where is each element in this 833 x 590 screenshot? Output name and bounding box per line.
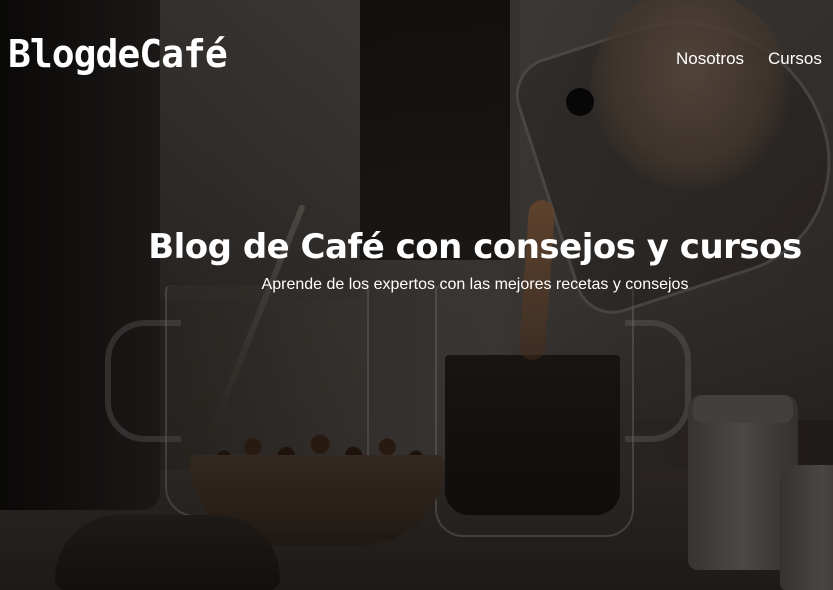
main-nav: Nosotros Cursos	[676, 50, 822, 67]
site-header: BlogdeCafé Nosotros Cursos	[0, 0, 833, 120]
hero-section: BlogdeCafé Nosotros Cursos Blog de Café …	[0, 0, 833, 590]
hero-title: Blog de Café con consejos y cursos	[148, 227, 802, 267]
nav-link-nosotros[interactable]: Nosotros	[676, 50, 744, 67]
hero-subtitle: Aprende de los expertos con las mejores …	[261, 276, 689, 294]
hero-content: Blog de Café con consejos y cursos Apren…	[0, 227, 833, 294]
site-logo[interactable]: BlogdeCafé	[8, 35, 228, 73]
nav-link-cursos[interactable]: Cursos	[768, 50, 822, 67]
